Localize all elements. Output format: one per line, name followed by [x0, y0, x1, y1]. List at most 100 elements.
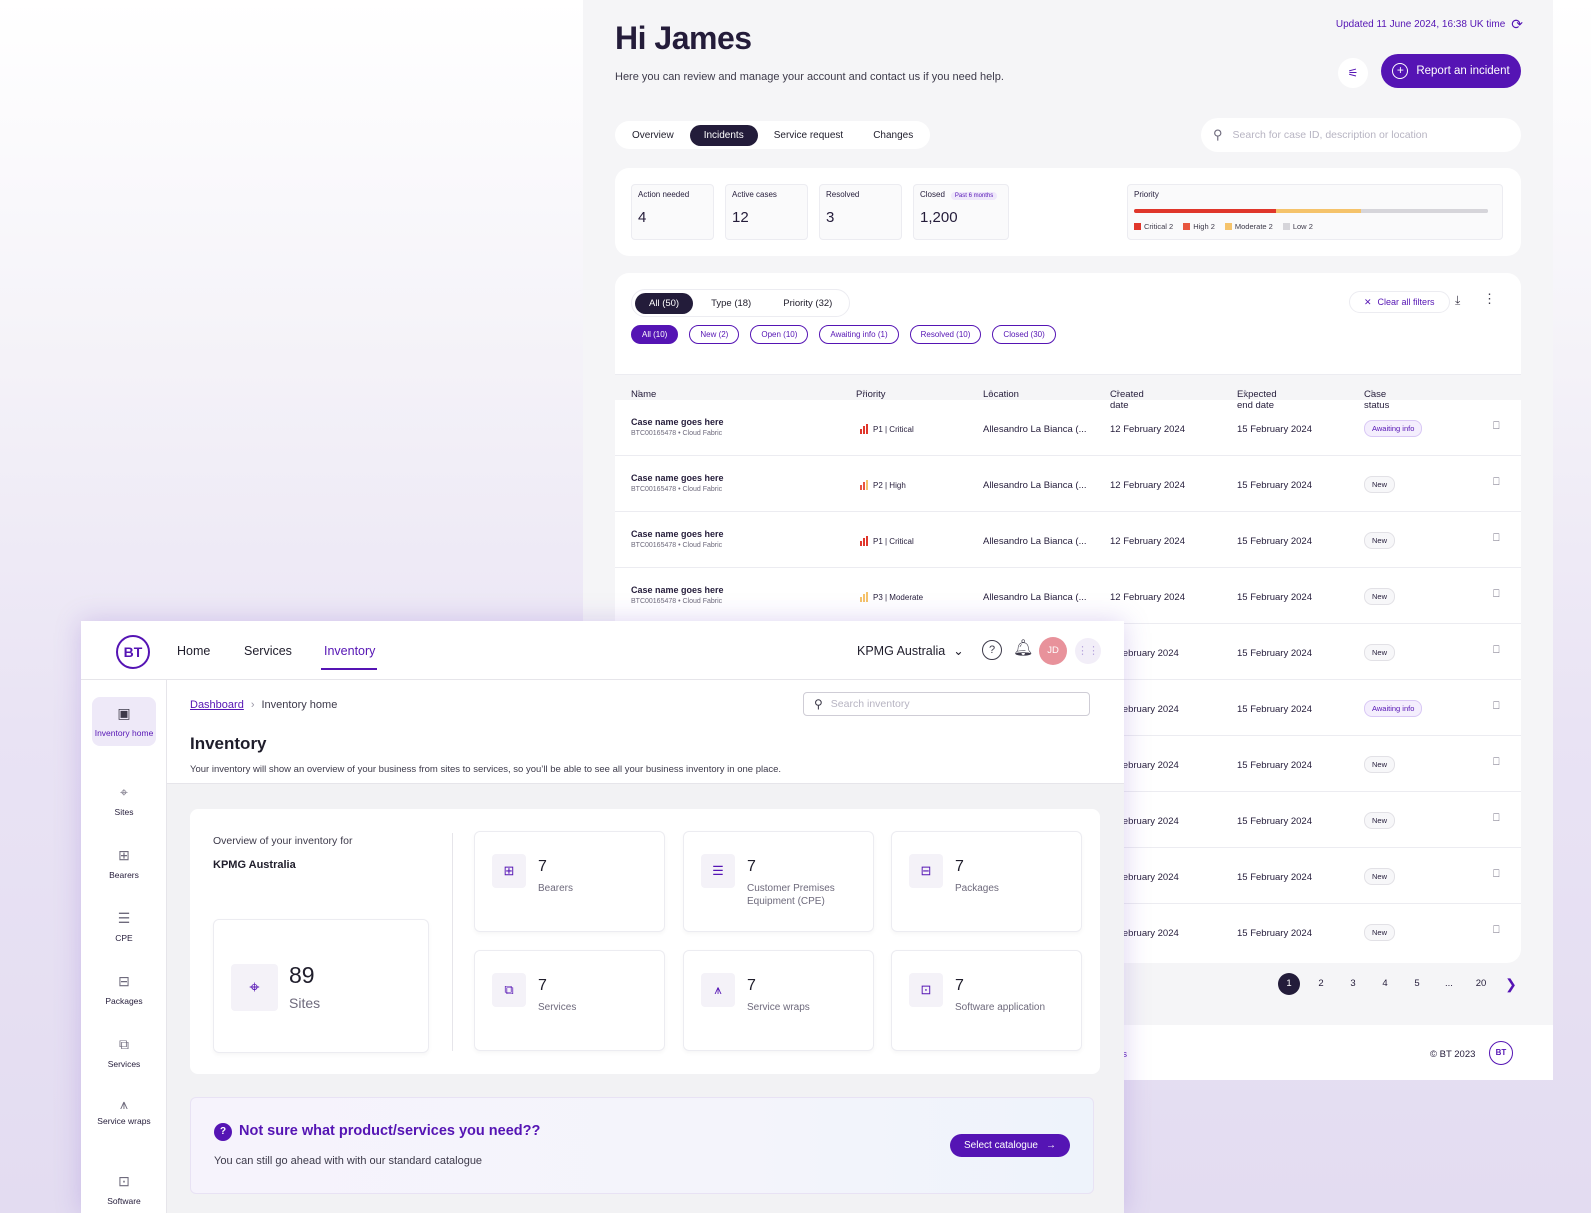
case-search-input[interactable]: ⚲ Search for case ID, description or loc…	[1201, 118, 1521, 152]
end-date-cell: 15 February 2024	[1237, 424, 1312, 435]
case-name[interactable]: Case name goes here	[631, 585, 724, 595]
settings-sliders-icon[interactable]: ⚟	[1338, 58, 1368, 88]
page-1[interactable]: 1	[1278, 973, 1300, 995]
bt-logo[interactable]: BT	[116, 635, 150, 669]
segment-type[interactable]: Type (18)	[697, 293, 765, 314]
nav-home[interactable]: Home	[177, 644, 210, 658]
sidebar-item-inventory-home[interactable]: ▣ Inventory home	[92, 697, 156, 746]
status-badge: New	[1364, 756, 1396, 773]
packages-card[interactable]: ⊟ 7 Packages	[891, 831, 1082, 932]
chip-all[interactable]: All (10)	[631, 325, 679, 344]
clear-filters-button[interactable]: ✕ Clear all filters	[1349, 291, 1450, 313]
sidebar-item-software[interactable]: ⊡ Software	[92, 1173, 156, 1206]
bookmark-icon[interactable]: ⎕	[1493, 532, 1500, 545]
report-incident-button[interactable]: + Report an incident	[1381, 54, 1521, 88]
page-2[interactable]: 2	[1305, 973, 1337, 995]
tab-changes[interactable]: Changes	[859, 125, 927, 146]
sidebar-item-services[interactable]: ⧉ Services	[92, 1036, 156, 1069]
sites-count: 89	[289, 962, 315, 988]
bookmark-icon[interactable]: ⎕	[1493, 756, 1500, 769]
sidebar-item-cpe[interactable]: ☰ CPE	[92, 910, 156, 943]
bookmark-icon[interactable]: ⎕	[1493, 476, 1500, 489]
sidebar-item-service-wraps[interactable]: ⩚ Service wraps	[92, 1097, 156, 1127]
sidebar-item-bearers[interactable]: ⊞ Bearers	[92, 847, 156, 880]
status-badge: New	[1364, 476, 1396, 493]
status-badge: New	[1364, 532, 1396, 549]
chip-open[interactable]: Open (10)	[750, 325, 809, 344]
sidebar-item-packages[interactable]: ⊟ Packages	[92, 973, 156, 1006]
case-name[interactable]: Case name goes here	[631, 417, 724, 427]
breadcrumb-dashboard-link[interactable]: Dashboard	[190, 699, 244, 711]
end-date-cell: 15 February 2024	[1237, 928, 1312, 939]
sites-card[interactable]: ⌖ 89 Sites	[213, 919, 429, 1053]
stat-resolved[interactable]: Resolved 3	[819, 184, 902, 240]
service-wraps-card[interactable]: ⩚ 7 Service wraps	[683, 950, 874, 1051]
stat-action-needed[interactable]: Action needed 4	[631, 184, 714, 240]
segment-all[interactable]: All (50)	[635, 292, 694, 314]
table-row[interactable]: Case name goes here BTC00165478 • Cloud …	[615, 512, 1521, 568]
refresh-icon[interactable]: ⟳	[1511, 16, 1523, 33]
tab-overview[interactable]: Overview	[618, 125, 688, 146]
status-badge: Awaiting info	[1364, 420, 1423, 437]
bookmark-icon[interactable]: ⎕	[1493, 420, 1500, 433]
bookmark-icon[interactable]: ⎕	[1493, 588, 1500, 601]
bookmark-icon[interactable]: ⎕	[1493, 924, 1500, 937]
created-cell: February 2024	[1117, 704, 1179, 715]
page-5[interactable]: 5	[1401, 973, 1433, 995]
sort-icon: ⇕	[636, 390, 642, 397]
location-cell: Allesandro La Bianca (...	[983, 480, 1087, 491]
bell-icon[interactable]: 🔔︎	[1013, 638, 1033, 658]
page-4[interactable]: 4	[1369, 973, 1401, 995]
status-badge: New	[1364, 812, 1396, 829]
stat-closed[interactable]: Closed Past 6 months 1,200	[913, 184, 1009, 240]
apps-grid-icon[interactable]: ⋮⋮	[1075, 638, 1101, 664]
chip-resolved[interactable]: Resolved (10)	[909, 325, 982, 344]
help-icon[interactable]: ?	[982, 640, 1002, 660]
tab-service-request[interactable]: Service request	[760, 125, 857, 146]
services-card[interactable]: ⧉ 7 Services	[474, 950, 665, 1051]
software-card[interactable]: ⊡ 7 Software application	[891, 950, 1082, 1051]
account-selector[interactable]: KPMG Australia ⌄	[857, 643, 964, 659]
select-catalogue-button[interactable]: Select catalogue →	[950, 1134, 1070, 1157]
account-name: KPMG Australia	[857, 643, 946, 658]
download-icon[interactable]: ⤓	[1455, 293, 1460, 308]
period-badge: Past 6 months	[950, 192, 998, 200]
case-id: BTC00165478 • Cloud Fabric	[631, 430, 723, 437]
bookmark-icon[interactable]: ⎕	[1493, 644, 1500, 657]
breadcrumb: Dashboard › Inventory home	[190, 699, 337, 711]
card-count: 7	[538, 977, 547, 994]
cpe-card[interactable]: ☰ 7 Customer Premises Equipment (CPE)	[683, 831, 874, 932]
stat-active-cases[interactable]: Active cases 12	[725, 184, 808, 240]
priority-bars-icon	[860, 480, 868, 490]
bookmark-icon[interactable]: ⎕	[1493, 700, 1500, 713]
card-label: Customer Premises Equipment (CPE)	[747, 883, 835, 907]
greeting-subtitle: Here you can review and manage your acco…	[615, 71, 1004, 83]
chip-awaiting-info[interactable]: Awaiting info (1)	[819, 325, 899, 344]
tab-incidents[interactable]: Incidents	[689, 124, 758, 146]
inventory-search-input[interactable]: ⚲ Search inventory	[803, 692, 1090, 716]
more-options-icon[interactable]: ⋮	[1483, 291, 1496, 307]
location-cell: Allesandro La Bianca (...	[983, 592, 1087, 603]
bookmark-icon[interactable]: ⎕	[1493, 868, 1500, 881]
services-icon: ⧉	[119, 1036, 129, 1052]
chevron-right-icon[interactable]: ❯	[1497, 976, 1525, 993]
nav-services[interactable]: Services	[244, 644, 292, 658]
page-20[interactable]: 20	[1465, 973, 1497, 995]
bearers-card[interactable]: ⊞ 7 Bearers	[474, 831, 665, 932]
bookmark-icon[interactable]: ⎕	[1493, 812, 1500, 825]
segment-priority[interactable]: Priority (32)	[769, 293, 846, 314]
avatar[interactable]: JD	[1039, 637, 1067, 665]
status-badge: New	[1364, 644, 1396, 661]
case-name[interactable]: Case name goes here	[631, 529, 724, 539]
case-name[interactable]: Case name goes here	[631, 473, 724, 483]
nav-inventory[interactable]: Inventory	[324, 644, 375, 658]
table-row[interactable]: Case name goes here BTC00165478 • Cloud …	[615, 456, 1521, 512]
chip-closed[interactable]: Closed (30)	[992, 325, 1056, 344]
table-row[interactable]: Case name goes here BTC00165478 • Cloud …	[615, 400, 1521, 456]
table-row[interactable]: Case name goes here BTC00165478 • Cloud …	[615, 568, 1521, 624]
page-3[interactable]: 3	[1337, 973, 1369, 995]
location-pin-icon: ⌖	[120, 784, 128, 800]
greeting-title: Hi James	[615, 20, 752, 56]
chip-new[interactable]: New (2)	[689, 325, 740, 344]
sidebar-item-sites[interactable]: ⌖ Sites	[92, 784, 156, 817]
